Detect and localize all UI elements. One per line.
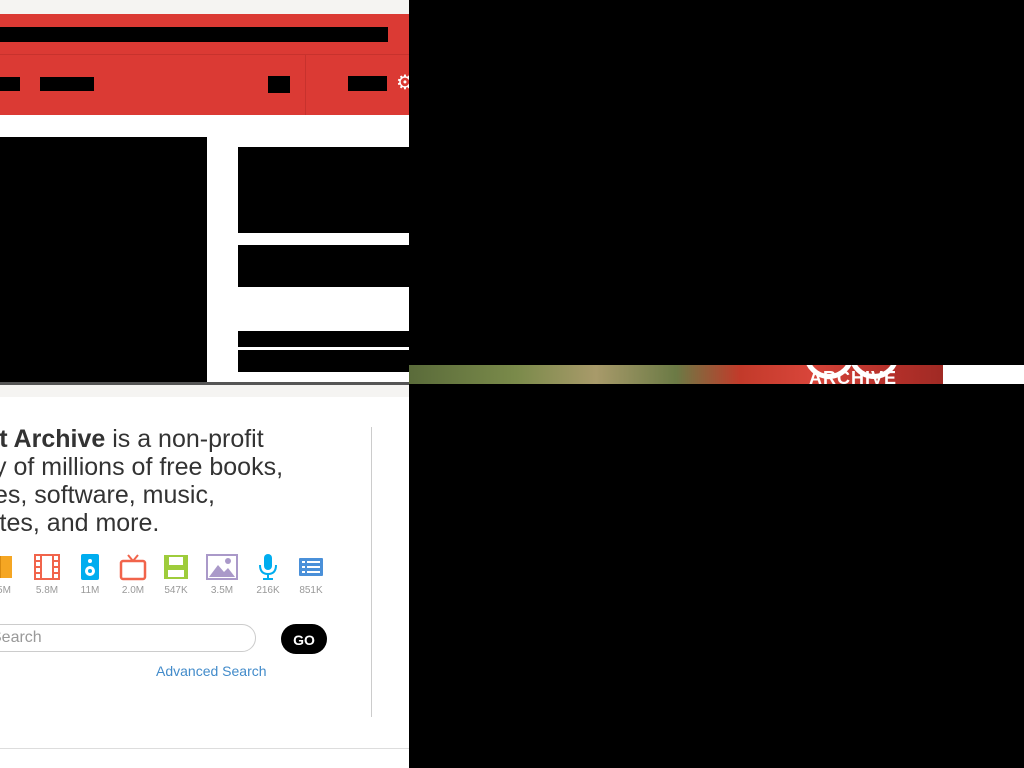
book-icon xyxy=(0,556,12,578)
gear-icon[interactable]: ⚙ xyxy=(396,73,409,93)
media-count: 5.8M xyxy=(35,585,59,596)
headline-line-3: es, software, music, xyxy=(0,481,215,509)
redacted-nav-item-3[interactable] xyxy=(268,76,290,93)
redacted-nav-item-1[interactable] xyxy=(0,77,20,91)
redacted-hero-image xyxy=(0,137,207,383)
logo-text: ARCHIVE xyxy=(809,368,898,384)
film-icon xyxy=(34,554,60,580)
floppy-icon xyxy=(164,555,188,579)
tv-icon xyxy=(119,554,147,581)
media-texts[interactable]: 5M xyxy=(0,553,24,596)
redacted-hero-panel-1 xyxy=(238,147,409,233)
media-concerts[interactable]: 216K xyxy=(248,553,288,596)
redacted-nav-item-4[interactable] xyxy=(348,76,387,91)
redacted-hero-line-2 xyxy=(238,350,409,372)
white-panel xyxy=(943,365,1024,384)
media-count: 11M xyxy=(80,585,100,596)
image-icon xyxy=(206,554,238,580)
browser-top-strip xyxy=(0,0,409,14)
media-count: 216K xyxy=(256,585,280,596)
media-count: 2.0M xyxy=(121,585,145,596)
microphone-icon xyxy=(259,554,277,580)
list-icon xyxy=(299,558,323,576)
hero-banner-strip: ARCHIVE xyxy=(409,365,943,384)
media-software[interactable]: 547K xyxy=(156,553,196,596)
redacted-top-right xyxy=(409,0,1024,365)
media-images[interactable]: 3.5M xyxy=(202,553,242,596)
redacted-bottom-right xyxy=(409,384,1024,768)
header-divider xyxy=(0,54,409,55)
media-audio[interactable]: 11M xyxy=(70,553,110,596)
header-vertical-divider xyxy=(305,55,306,115)
media-tv[interactable]: 2.0M xyxy=(113,553,153,596)
headline-line-2: y of millions of free books, xyxy=(0,453,284,481)
redacted-hero-line-1 xyxy=(238,331,409,347)
media-collections[interactable]: 851K xyxy=(291,553,331,596)
media-count: 3.5M xyxy=(210,585,234,596)
media-count: 5M xyxy=(0,585,11,596)
speaker-icon xyxy=(81,554,99,580)
advanced-search-link[interactable]: Advanced Search xyxy=(156,663,267,679)
org-name: net Archive xyxy=(0,425,106,453)
headline-line-4: ites, and more. xyxy=(0,509,160,537)
redacted-nav-item-2[interactable] xyxy=(40,77,94,91)
media-video[interactable]: 5.8M xyxy=(27,553,67,596)
media-type-row: 5M 5.8M xyxy=(0,553,409,597)
site-header: ⚙ xyxy=(0,14,409,115)
card-divider xyxy=(371,427,372,717)
headline-rest: is a non-profit xyxy=(105,425,264,453)
media-count: 851K xyxy=(299,585,323,596)
about-headline: Internet Archive is a non-profit y of mi… xyxy=(0,425,305,537)
redacted-top-nav[interactable] xyxy=(0,27,388,42)
media-count: 547K xyxy=(164,585,188,596)
redacted-hero-panel-2 xyxy=(238,245,409,287)
search-input[interactable] xyxy=(0,624,256,652)
go-button[interactable]: GO xyxy=(281,624,327,654)
about-card: Internet Archive is a non-profit y of mi… xyxy=(0,397,409,749)
left-pane: ⚙ Internet Archive is a non-profit y of … xyxy=(0,0,409,768)
